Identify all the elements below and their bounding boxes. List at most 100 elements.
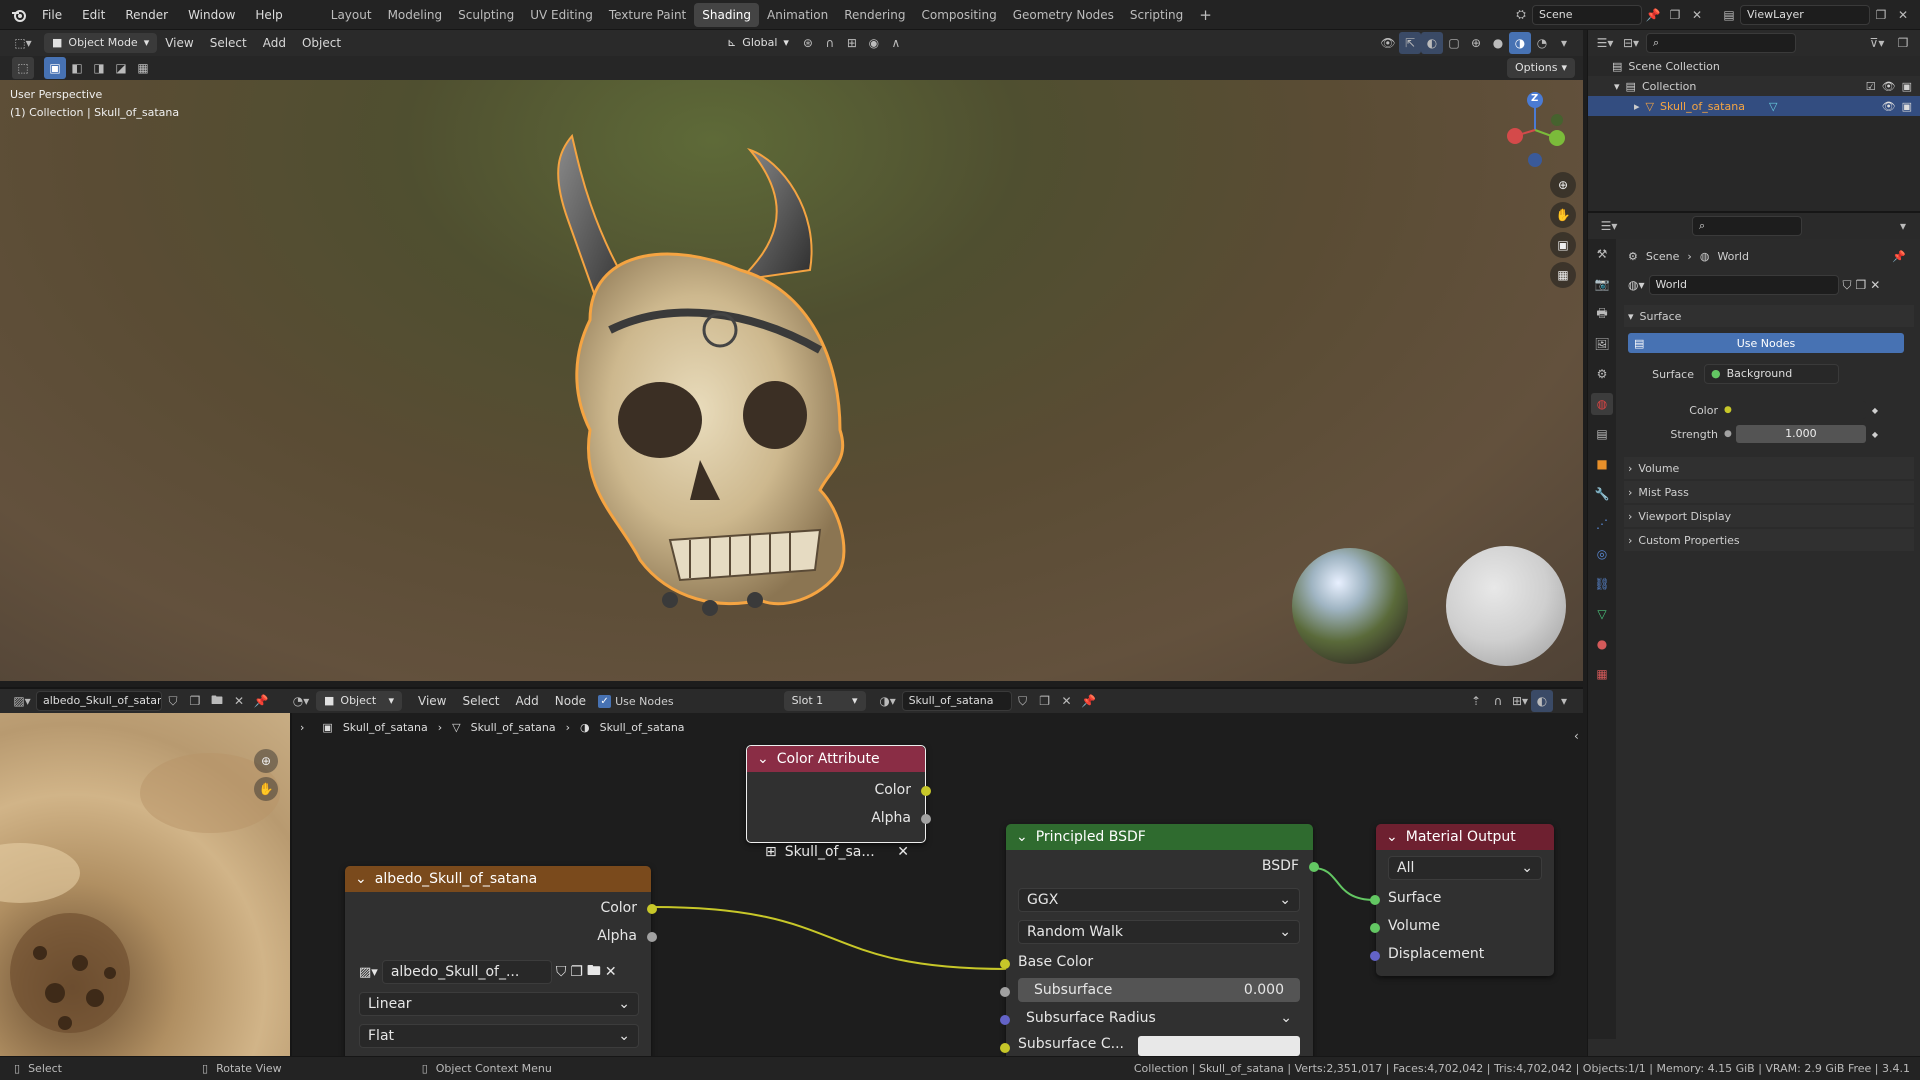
render-tab-icon[interactable]: 📷 [1591, 273, 1613, 295]
custom-properties-panel-header[interactable]: › Custom Properties [1624, 529, 1914, 551]
interpolation-dropdown[interactable]: Linear ⌄ [359, 992, 639, 1016]
close-icon[interactable]: ✕ [228, 690, 250, 712]
menu-window[interactable]: Window [178, 0, 245, 30]
scene-tab-icon[interactable]: ⚙ [1591, 363, 1613, 385]
mode-dropdown[interactable]: ■ Object Mode ▾ [44, 33, 158, 53]
editor-type-icon[interactable]: ⬚▾ [8, 32, 38, 54]
alpha-output-socket[interactable] [921, 814, 931, 824]
visibility-icon[interactable]: 👁 [1377, 32, 1399, 54]
mist-pass-panel-header[interactable]: › Mist Pass [1624, 481, 1914, 503]
duplicate-icon[interactable]: ❐ [1856, 278, 1867, 292]
tab-layout[interactable]: Layout [323, 3, 380, 27]
duplicate-icon[interactable]: ❐ [1034, 690, 1056, 712]
volume-input-socket[interactable] [1370, 923, 1380, 933]
new-view-layer-icon[interactable]: ❐ [1870, 4, 1892, 26]
select-new-icon[interactable]: ▣ [44, 57, 66, 79]
checkbox-icon[interactable]: ☑ [1866, 80, 1876, 93]
filter-icon[interactable]: ⊽▾ [1866, 32, 1888, 54]
chevron-down-icon[interactable]: ⌄ [355, 866, 367, 892]
outliner-type-icon[interactable]: ☰▾ [1594, 32, 1616, 54]
strength-field[interactable]: 1.000 [1735, 425, 1866, 443]
material-shading-icon[interactable]: ◑ [1509, 32, 1531, 54]
duplicate-icon[interactable]: ❐ [570, 964, 583, 980]
new-collection-icon[interactable]: ❐ [1892, 32, 1914, 54]
tab-uv-editing[interactable]: UV Editing [522, 3, 601, 27]
constraints-tab-icon[interactable]: ⛓ [1591, 573, 1613, 595]
camera-icon[interactable]: ▣ [1902, 100, 1912, 113]
pan-hand-icon[interactable]: ✋ [1550, 202, 1576, 228]
physics-tab-icon[interactable]: ◎ [1591, 543, 1613, 565]
object-tab-icon[interactable]: ■ [1591, 453, 1613, 475]
options-dropdown[interactable]: Options ▾ [1507, 58, 1575, 78]
surface-panel-header[interactable]: ▾ Surface [1624, 305, 1914, 327]
tab-compositing[interactable]: Compositing [913, 3, 1004, 27]
node-menu-view[interactable]: View [410, 690, 454, 712]
fake-user-icon[interactable]: ⛉ [556, 964, 567, 980]
color-output-socket[interactable] [921, 786, 931, 796]
world-browse-icon[interactable]: ◍▾ [1628, 278, 1645, 292]
particles-tab-icon[interactable]: ⋰ [1591, 513, 1613, 535]
overlay-options-icon[interactable]: ▾ [1553, 690, 1575, 712]
close-icon[interactable]: ✕ [1686, 4, 1708, 26]
expand-arrow-icon[interactable]: ▾ [1614, 80, 1620, 93]
wireframe-shading-icon[interactable]: ⊕ [1465, 32, 1487, 54]
material-output-node[interactable]: ⌄ Material Output All ⌄ Surface Volume D… [1370, 824, 1554, 976]
tab-texture-paint[interactable]: Texture Paint [601, 3, 694, 27]
image-editor-preview[interactable]: ⊕ ✋ [0, 713, 290, 1056]
shader-editor-type-icon[interactable]: ◔▾ [286, 690, 316, 712]
select-intersect-icon[interactable]: ▦ [132, 57, 154, 79]
keyframe-dot-icon[interactable]: ◆ [1872, 406, 1878, 415]
use-nodes-button[interactable]: ▤ Use Nodes [1628, 333, 1904, 353]
color-attribute-node-header[interactable]: ⌄ Color Attribute [747, 746, 925, 772]
viewport-menu-add[interactable]: Add [255, 32, 294, 54]
zoom-icon[interactable]: ⊕ [1550, 172, 1576, 198]
new-scene-icon[interactable]: ❐ [1664, 4, 1686, 26]
surface-input-socket[interactable] [1370, 895, 1380, 905]
surface-shader-field[interactable]: ● Background [1704, 364, 1839, 384]
color-output-socket[interactable] [647, 904, 657, 914]
gizmo-icon[interactable]: ⇱ [1399, 32, 1421, 54]
node-menu-select[interactable]: Select [454, 690, 507, 712]
subsurface-radius-dropdown[interactable]: Subsurface Radius ⌄ [1018, 1006, 1300, 1030]
image-name-field[interactable]: albedo_Skull_of_satana [36, 691, 162, 711]
tab-scripting[interactable]: Scripting [1122, 3, 1191, 27]
menu-file[interactable]: File [32, 0, 72, 30]
close-icon[interactable]: ✕ [1056, 690, 1078, 712]
snap-mode-icon[interactable]: ⊞▾ [1509, 690, 1531, 712]
modifier-tab-icon[interactable]: 🔧 [1591, 483, 1613, 505]
subsurface-method-dropdown[interactable]: Random Walk ⌄ [1018, 920, 1300, 944]
overlay-icon[interactable]: ◐ [1421, 32, 1443, 54]
solid-shading-icon[interactable]: ● [1487, 32, 1509, 54]
transform-orientation-dropdown[interactable]: ⊾ Global ▾ [719, 33, 797, 53]
snap-target-icon[interactable]: ⊞ [841, 32, 863, 54]
tab-sculpting[interactable]: Sculpting [450, 3, 522, 27]
blender-logo-icon[interactable] [6, 4, 32, 26]
xray-icon[interactable]: ▢ [1443, 32, 1465, 54]
pin-icon[interactable]: 📌 [1078, 690, 1100, 712]
node-editor-canvas[interactable]: › ▣ Skull_of_satana › ▽ Skull_of_satana … [290, 713, 1583, 1056]
select-extend-icon[interactable]: ◧ [66, 57, 88, 79]
tab-animation[interactable]: Animation [759, 3, 836, 27]
viewport-menu-view[interactable]: View [157, 32, 201, 54]
menu-help[interactable]: Help [245, 0, 292, 30]
shader-type-dropdown[interactable]: ■ Object ▾ [316, 691, 402, 711]
viewport-menu-select[interactable]: Select [202, 32, 255, 54]
camera-view-icon[interactable]: ▣ [1550, 232, 1576, 258]
camera-icon[interactable]: ▣ [1902, 80, 1912, 93]
tab-shading[interactable]: Shading [694, 2, 759, 27]
material-output-node-header[interactable]: ⌄ Material Output [1376, 824, 1554, 850]
tab-rendering[interactable]: Rendering [836, 3, 913, 27]
close-icon[interactable]: ✕ [897, 841, 909, 863]
tab-modeling[interactable]: Modeling [380, 3, 451, 27]
shading-options-icon[interactable]: ▾ [1553, 32, 1575, 54]
chevron-down-icon[interactable]: ▾ [1892, 215, 1914, 237]
tab-geometry-nodes[interactable]: Geometry Nodes [1005, 3, 1122, 27]
color-attribute-field[interactable]: ⊞ Skull_of_sa... ✕ [757, 840, 917, 864]
duplicate-icon[interactable]: ❐ [184, 690, 206, 712]
use-nodes-toggle[interactable]: ✓ Use Nodes [598, 694, 674, 708]
overlay-icon[interactable]: ◐ [1531, 690, 1553, 712]
skull-object[interactable] [520, 130, 940, 681]
displacement-input-socket[interactable] [1370, 951, 1380, 961]
projection-dropdown[interactable]: Flat ⌄ [359, 1024, 639, 1048]
subsurface-color-input-socket[interactable] [1000, 1043, 1010, 1053]
